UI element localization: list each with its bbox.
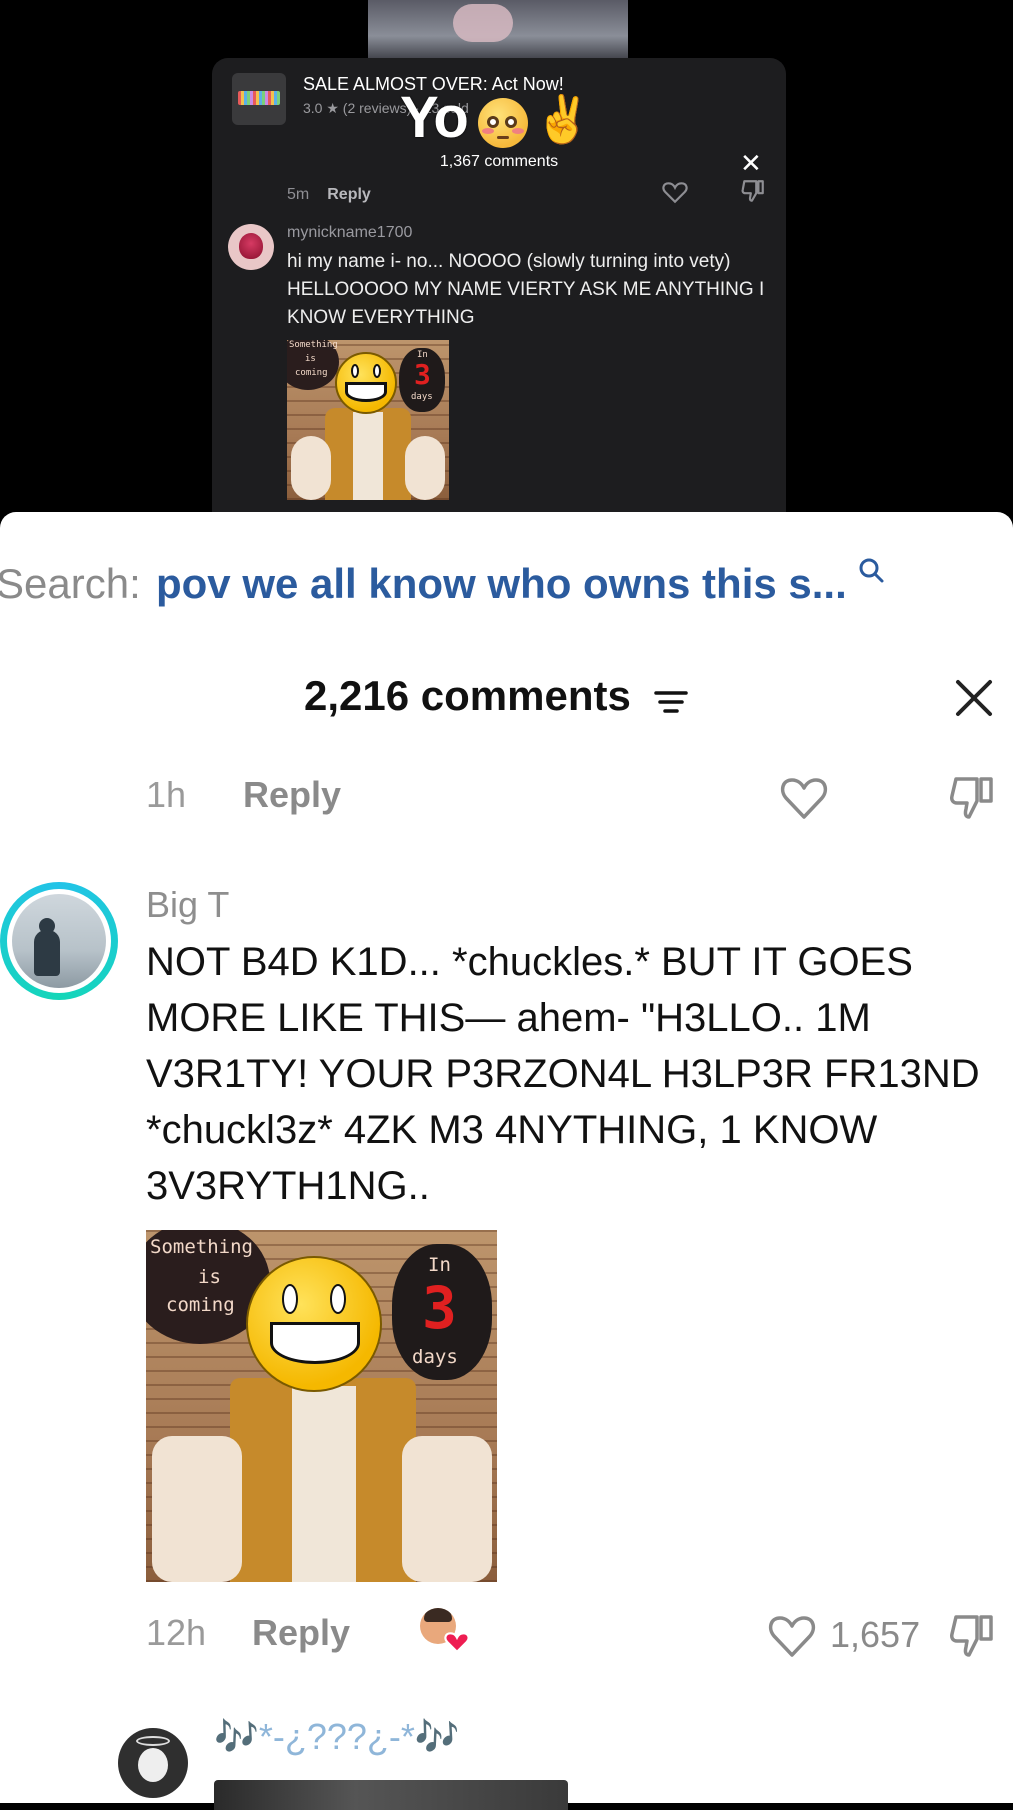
ad-thumbnail: [232, 73, 286, 125]
dislike-icon[interactable]: [948, 1612, 996, 1660]
search-label: Search:: [0, 560, 141, 607]
video-player[interactable]: SALE ALMOST OVER: Act Now! 3.0 ★ (2 revi…: [0, 0, 1013, 512]
embedded-comments-screenshot: SALE ALMOST OVER: Act Now! 3.0 ★ (2 revi…: [212, 58, 786, 512]
heart-outline-icon[interactable]: [780, 776, 828, 820]
like-button-heart-icon[interactable]: [768, 1614, 816, 1658]
search-query[interactable]: pov we all know who owns this s...: [156, 560, 847, 608]
comment-username[interactable]: Big T: [146, 884, 229, 926]
comment-image[interactable]: Something is coming In 3 days: [146, 1230, 497, 1582]
embedded-comment-meta: 5m Reply: [287, 186, 371, 204]
flushed-face-icon: [478, 98, 528, 148]
creator-heart-icon: [444, 1632, 470, 1654]
comment-username[interactable]: 🎶*-¿???¿-*🎶: [214, 1716, 460, 1758]
timestamp: 12h: [146, 1612, 207, 1653]
timestamp: 5m: [287, 186, 310, 203]
embedded-comments-count: 1,367 comments: [439, 153, 559, 170]
comments-count-title: 2,216 comments: [304, 672, 631, 719]
avatar[interactable]: [118, 1728, 188, 1798]
comment-text: NOT B4D K1D... *chuckles.* BUT IT GOES M…: [146, 940, 980, 1208]
embedded-comment-image: Something is coming In 3 days: [287, 340, 449, 500]
reply-label: Reply: [327, 186, 371, 203]
avatar-with-story-ring[interactable]: [0, 882, 118, 1000]
avatar: [228, 224, 274, 270]
search-icon[interactable]: [857, 556, 885, 584]
close-icon: ✕: [740, 148, 762, 178]
embedded-comment-text: hi my name i- no... NOOOO (slowly turnin…: [287, 251, 765, 328]
video-overlay-text: Yo: [400, 85, 469, 150]
video-frame: [368, 0, 628, 60]
timestamp: 1h: [146, 774, 187, 815]
comment-image[interactable]: [214, 1780, 568, 1810]
reply-button[interactable]: Reply: [252, 1612, 350, 1654]
victory-hand-icon: ✌: [534, 93, 592, 145]
heart-outline-icon: [662, 182, 688, 204]
close-icon[interactable]: [954, 678, 994, 718]
filter-sort-icon[interactable]: [654, 688, 688, 716]
embedded-username: mynickname1700: [287, 224, 413, 241]
comments-sheet: Search: pov we all know who owns this s.…: [0, 512, 1013, 1810]
dislike-icon[interactable]: [948, 774, 996, 822]
reply-button[interactable]: Reply: [243, 774, 341, 816]
dislike-icon: [741, 180, 764, 202]
like-count: 1,657: [830, 1614, 921, 1655]
